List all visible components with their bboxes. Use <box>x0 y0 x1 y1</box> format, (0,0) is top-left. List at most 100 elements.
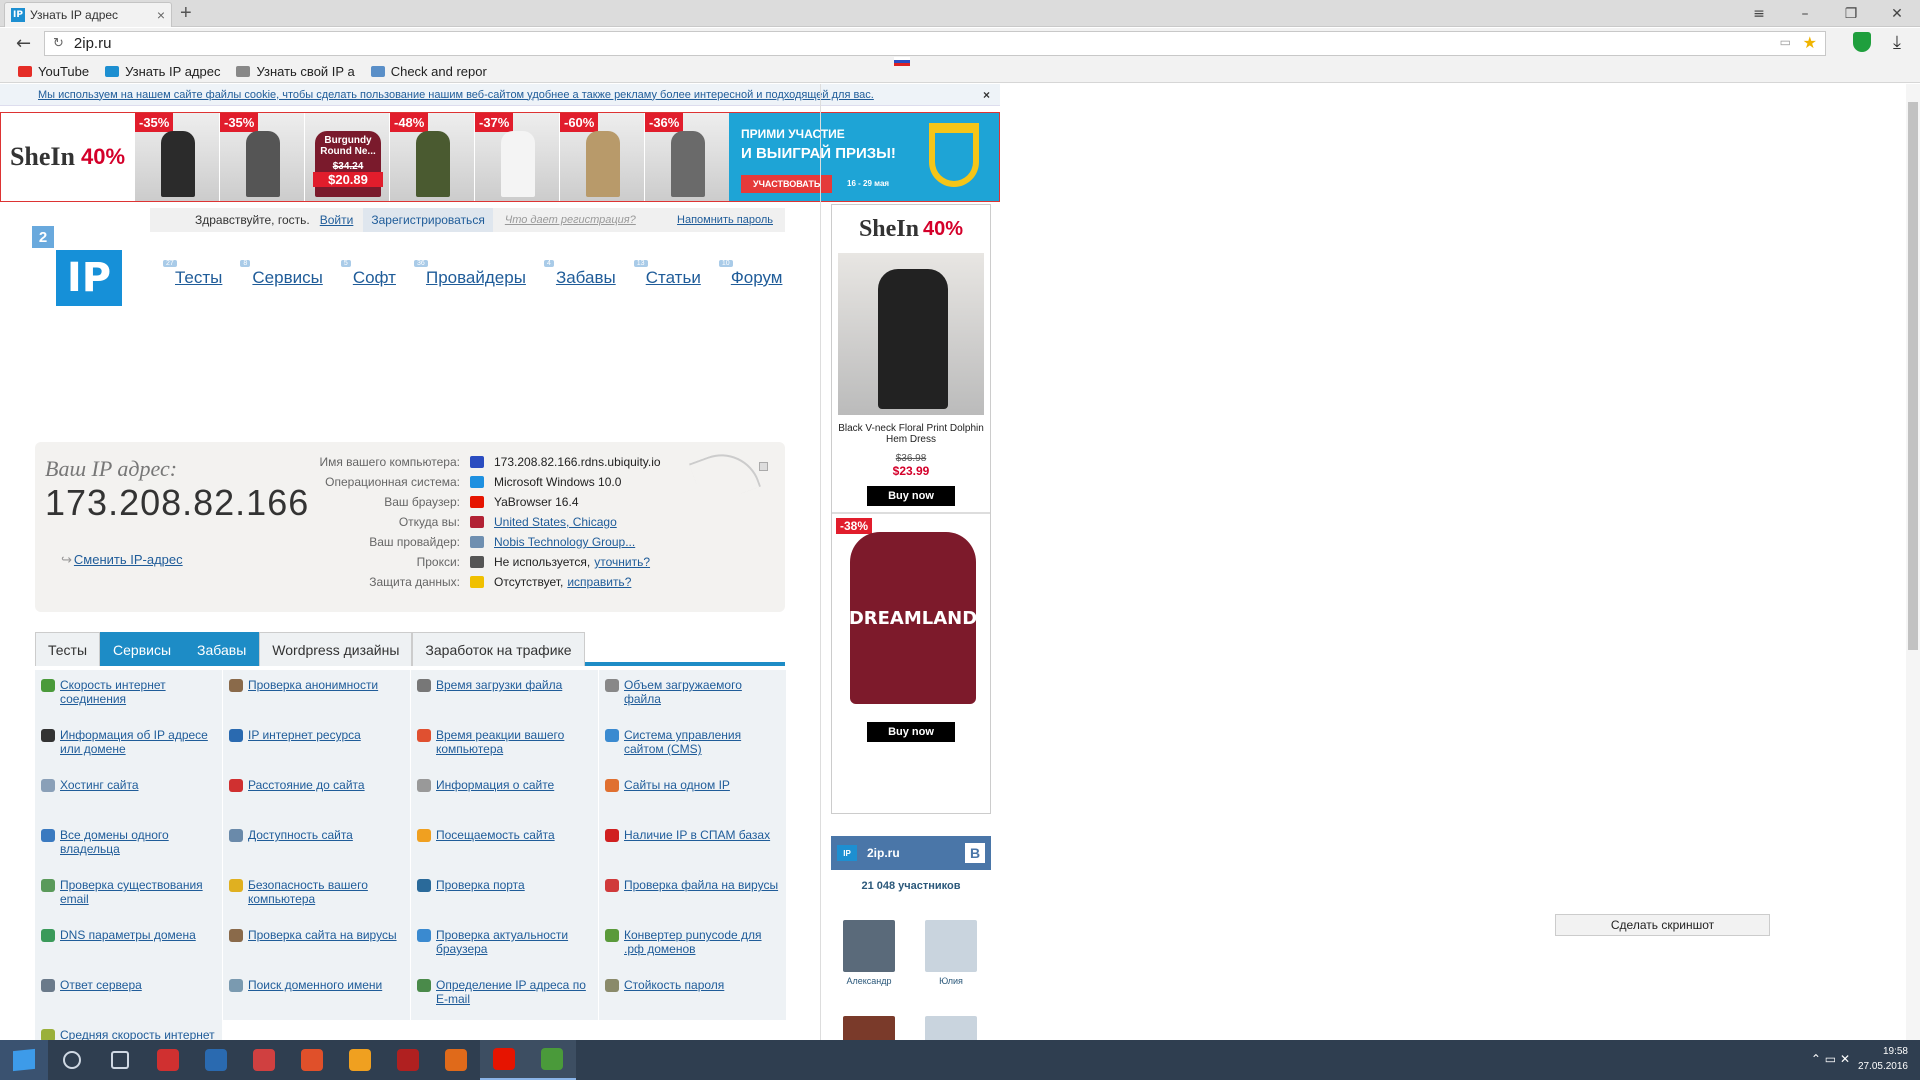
protect-icon[interactable]: ▭ <box>1780 35 1791 49</box>
restore-icon[interactable]: ❐ <box>1828 0 1874 27</box>
close-window-icon[interactable]: ✕ <box>1874 0 1920 27</box>
reload-icon[interactable]: ↻ <box>53 36 64 51</box>
section-tab[interactable]: Сервисы <box>100 632 185 666</box>
service-link[interactable]: Скорость интернет соединения <box>60 678 216 712</box>
taskbar-app-icon[interactable] <box>528 1040 576 1080</box>
taskbar-app-icon[interactable] <box>480 1040 528 1080</box>
service-link[interactable]: Проверка актуальности браузера <box>436 928 592 962</box>
why-register-link[interactable]: Что дает регистрация? <box>505 214 636 226</box>
screenshot-button[interactable]: Сделать скриншот <box>1555 914 1770 936</box>
avatar-name[interactable]: Юлия <box>921 976 981 986</box>
service-link[interactable]: Конвертер punycode для .рф доменов <box>624 928 780 962</box>
taskbar-app-icon[interactable] <box>144 1040 192 1080</box>
vk-widget-header[interactable]: IP 2ip.ru В <box>831 836 991 870</box>
bookmark-item[interactable]: Узнать свой IP а <box>236 64 355 79</box>
protect-shield-icon[interactable] <box>1853 32 1871 52</box>
banner-product[interactable]: -37% <box>474 113 559 201</box>
promo-participate-button[interactable]: УЧАСТВОВАТЬ <box>741 175 833 193</box>
page-scrollbar[interactable] <box>1906 84 1920 1050</box>
section-tab[interactable]: Wordpress дизайны <box>259 632 413 666</box>
banner-product[interactable]: -48% <box>389 113 474 201</box>
service-link[interactable]: Время загрузки файла <box>436 678 562 712</box>
avatar[interactable] <box>925 920 977 972</box>
service-link[interactable]: Поиск доменного имени <box>248 978 382 1012</box>
remind-password-link[interactable]: Напомнить пароль <box>677 214 773 226</box>
nav-item[interactable]: 10 Форум <box>718 260 782 288</box>
nav-item[interactable]: 27 Тесты <box>163 260 222 288</box>
service-link[interactable]: Наличие IP в СПАМ базах <box>624 828 770 862</box>
product-image[interactable] <box>838 253 984 415</box>
address-field[interactable]: ↻ 2ip.ru ▭ ★ <box>44 31 1826 56</box>
nav-item[interactable]: 4 Забавы <box>543 260 616 288</box>
register-link[interactable]: Зарегистрироваться <box>363 208 493 232</box>
taskbar-app-icon[interactable] <box>96 1040 144 1080</box>
minimize-icon[interactable]: – <box>1782 0 1828 27</box>
service-link[interactable]: Хостинг сайта <box>60 778 139 812</box>
service-link[interactable]: Система управления сайтом (CMS) <box>624 728 780 762</box>
nav-item[interactable]: 13 Статьи <box>633 260 701 288</box>
service-link[interactable]: Ответ сервера <box>60 978 142 1012</box>
banner-product[interactable]: -36% <box>644 113 729 201</box>
bookmark-star-icon[interactable]: ★ <box>1803 33 1817 52</box>
banner-product[interactable]: -35% <box>219 113 304 201</box>
service-link[interactable]: Посещаемость сайта <box>436 828 555 862</box>
taskbar-app-icon[interactable] <box>432 1040 480 1080</box>
banner-product[interactable]: -35% <box>134 113 219 201</box>
service-link[interactable]: Определение IP адреса по E-mail <box>436 978 592 1012</box>
banner-product[interactable]: Burgundy Round Ne... $34.24 $20.89 <box>304 113 389 201</box>
info-value[interactable]: United States, Chicago <box>494 515 617 529</box>
new-tab-button[interactable]: + <box>180 3 192 23</box>
buy-now-button-2[interactable]: Buy now <box>867 722 955 742</box>
browser-tab[interactable]: IP Узнать IP адрес × <box>4 2 172 27</box>
start-button[interactable] <box>0 1040 48 1080</box>
service-link[interactable]: Проверка анонимности <box>248 678 378 712</box>
nav-item[interactable]: 8 Сервисы <box>240 260 323 288</box>
service-link[interactable]: Информация об IP адресе или домене <box>60 728 216 762</box>
tab-close-icon[interactable]: × <box>157 7 165 23</box>
copy-icon[interactable] <box>759 462 768 471</box>
tray-icons[interactable]: ⌃ ▭ ✕ <box>1811 1052 1850 1066</box>
service-link[interactable]: Информация о сайте <box>436 778 554 812</box>
service-link[interactable]: IP интернет ресурса <box>248 728 361 762</box>
service-link[interactable]: Расстояние до сайта <box>248 778 365 812</box>
service-link[interactable]: Проверка порта <box>436 878 525 912</box>
taskbar-app-icon[interactable] <box>240 1040 288 1080</box>
service-link[interactable]: Безопасность вашего компьютера <box>248 878 404 912</box>
section-tab[interactable]: Тесты <box>35 632 101 666</box>
service-link[interactable]: Проверка сайта на вирусы <box>248 928 397 962</box>
bookmark-item[interactable]: YouTube <box>18 64 89 79</box>
nav-item[interactable]: 36 Провайдеры <box>413 260 526 288</box>
service-link[interactable]: DNS параметры домена <box>60 928 196 962</box>
bookmark-item[interactable]: Узнать IP адрес <box>105 64 220 79</box>
section-tab[interactable]: Заработок на трафике <box>412 632 585 666</box>
login-link[interactable]: Войти <box>320 213 354 227</box>
taskbar-app-icon[interactable] <box>192 1040 240 1080</box>
taskbar-app-icon[interactable] <box>384 1040 432 1080</box>
scrollbar-thumb[interactable] <box>1908 102 1918 650</box>
menu-icon[interactable]: ≡ <box>1736 0 1782 27</box>
service-link[interactable]: Сайты на одном IP <box>624 778 730 812</box>
service-link[interactable]: Стойкость пароля <box>624 978 724 1012</box>
change-ip-link[interactable]: Сменить IP-адрес <box>61 552 183 568</box>
clock[interactable]: 19:58 27.05.2016 <box>1858 1044 1908 1074</box>
service-link[interactable]: Время реакции вашего компьютера <box>436 728 592 762</box>
sidebar-ad[interactable]: SheIn 40% Black V-neck Floral Print Dolph… <box>831 204 991 814</box>
cookie-notice-text[interactable]: Мы используем на нашем сайте файлы cooki… <box>38 89 874 101</box>
avatar[interactable] <box>843 920 895 972</box>
taskbar-app-icon[interactable] <box>48 1040 96 1080</box>
taskbar-app-icon[interactable] <box>288 1040 336 1080</box>
nav-item[interactable]: 5 Софт <box>340 260 396 288</box>
buy-now-button[interactable]: Buy now <box>867 486 955 506</box>
taskbar-app-icon[interactable] <box>336 1040 384 1080</box>
banner-product[interactable]: -60% <box>559 113 644 201</box>
info-extra-link[interactable]: уточнить? <box>594 555 650 569</box>
service-link[interactable]: Проверка файла на вирусы <box>624 878 778 912</box>
info-extra-link[interactable]: исправить? <box>567 575 631 589</box>
section-tab[interactable]: Забавы <box>184 632 260 666</box>
downloads-icon[interactable]: ⤓ <box>1893 32 1901 53</box>
service-link[interactable]: Все домены одного владельца <box>60 828 216 862</box>
service-link[interactable]: Доступность сайта <box>248 828 353 862</box>
service-link[interactable]: Объем загружаемого файла <box>624 678 780 712</box>
back-arrow-icon[interactable]: ← <box>16 33 31 54</box>
bookmark-item[interactable]: Check and repor <box>370 64 487 79</box>
